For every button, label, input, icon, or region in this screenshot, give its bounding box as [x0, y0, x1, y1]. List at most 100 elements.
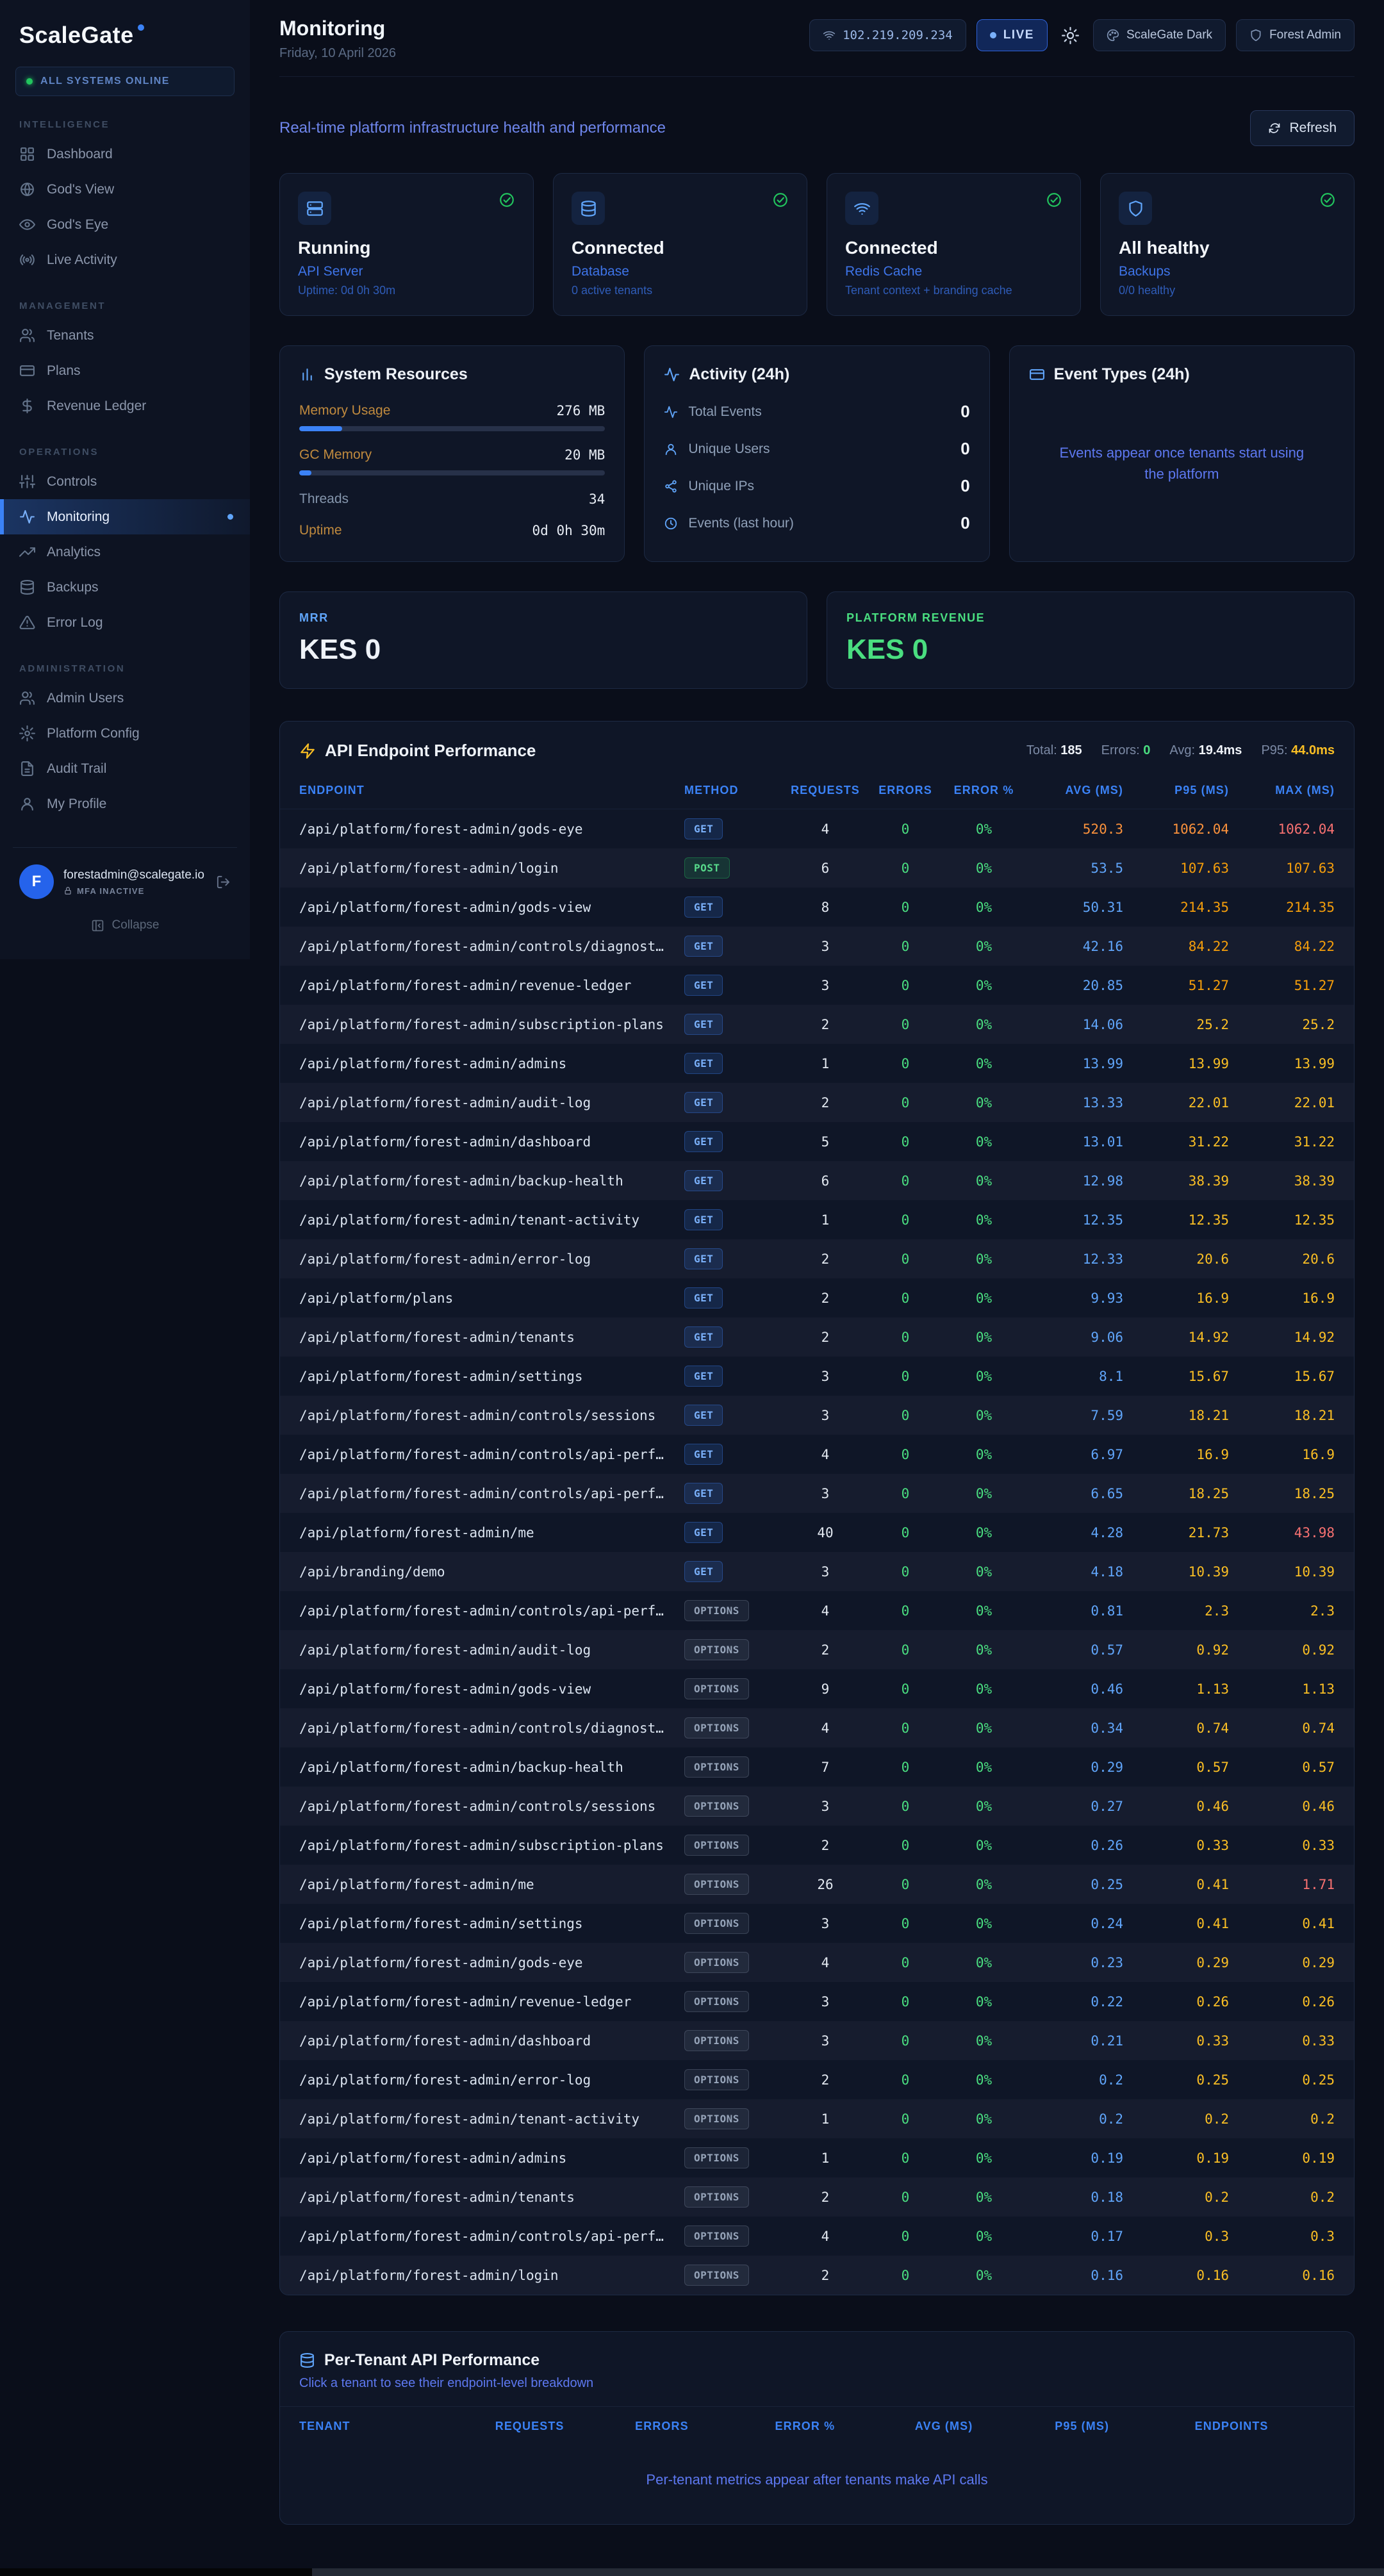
column-header: AVG (MS) — [915, 2420, 1055, 2433]
column-header: ERRORS — [870, 784, 941, 797]
error-pct-cell: 0% — [941, 1291, 1027, 1306]
sidebar-item-god-s-view[interactable]: God's View — [0, 172, 250, 207]
error-pct-cell: 0% — [941, 2190, 1027, 2205]
p95-cell: 0.46 — [1123, 1799, 1229, 1814]
sidebar-item-plans[interactable]: Plans — [0, 353, 250, 388]
sidebar-item-label: My Profile — [47, 797, 106, 812]
user-email: forestadmin@scalegate.io — [63, 868, 204, 882]
sidebar-item-controls[interactable]: Controls — [0, 464, 250, 499]
sidebar-item-platform-config[interactable]: Platform Config — [0, 716, 250, 751]
method-cell: OPTIONS — [684, 1678, 780, 1699]
requests-cell: 3 — [780, 978, 870, 993]
endpoint-cell: /api/platform/forest-admin/audit-log — [299, 1642, 684, 1658]
dollar-icon — [19, 398, 35, 414]
logout-icon[interactable] — [216, 875, 231, 889]
sidebar-item-label: Platform Config — [47, 726, 140, 741]
max-cell: 43.98 — [1229, 1525, 1335, 1540]
requests-cell: 2 — [780, 1838, 870, 1853]
method-badge: OPTIONS — [684, 1717, 749, 1738]
method-cell: GET — [684, 818, 780, 839]
activity-icon — [664, 367, 680, 383]
p95-cell: 0.26 — [1123, 1994, 1229, 2010]
summary-errors: Errors: 0 — [1101, 743, 1151, 758]
error-pct-cell: 0% — [941, 1486, 1027, 1501]
error-pct-cell: 0% — [941, 2229, 1027, 2244]
error-pct-cell: 0% — [941, 2111, 1027, 2127]
api-table-row: /api/platform/forest-admin/gods-eyeGET40… — [280, 809, 1354, 848]
errors-cell: 0 — [870, 1916, 941, 1931]
p95-cell: 0.19 — [1123, 2151, 1229, 2166]
activity-rows: Total Events0Unique Users0Unique IPs0Eve… — [664, 402, 969, 533]
sidebar-item-tenants[interactable]: Tenants — [0, 318, 250, 353]
errors-cell: 0 — [870, 1447, 941, 1462]
max-cell: 84.22 — [1229, 939, 1335, 954]
status-detail: Tenant context + branding cache — [845, 284, 1062, 297]
endpoint-cell: /api/platform/forest-admin/subscription-… — [299, 1017, 684, 1032]
sidebar-item-monitoring[interactable]: Monitoring — [0, 499, 250, 534]
method-badge: GET — [684, 1326, 723, 1348]
event-types-card: Event Types (24h) Events appear once ten… — [1009, 345, 1355, 562]
sidebar-item-dashboard[interactable]: Dashboard — [0, 136, 250, 172]
requests-cell: 4 — [780, 1955, 870, 1970]
max-cell: 0.16 — [1229, 2268, 1335, 2283]
sidebar-item-error-log[interactable]: Error Log — [0, 605, 250, 640]
sidebar-item-live-activity[interactable]: Live Activity — [0, 242, 250, 277]
sidebar-item-backups[interactable]: Backups — [0, 570, 250, 605]
method-cell: GET — [684, 1522, 780, 1543]
avg-cell: 12.98 — [1027, 1173, 1123, 1189]
method-cell: GET — [684, 975, 780, 996]
event-types-empty-message: Events appear once tenants start using t… — [1029, 384, 1335, 542]
endpoint-cell: /api/platform/forest-admin/login — [299, 861, 684, 876]
p95-cell: 1062.04 — [1123, 822, 1229, 837]
avg-cell: 13.33 — [1027, 1095, 1123, 1110]
errors-cell: 0 — [870, 1994, 941, 2010]
endpoint-cell: /api/platform/forest-admin/controls/diag… — [299, 1721, 684, 1736]
api-table-row: /api/platform/forest-admin/controls/diag… — [280, 927, 1354, 966]
method-badge: OPTIONS — [684, 2147, 749, 2168]
endpoint-cell: /api/platform/forest-admin/error-log — [299, 2072, 684, 2088]
method-badge: GET — [684, 975, 723, 996]
sidebar-item-god-s-eye[interactable]: God's Eye — [0, 207, 250, 242]
column-header: REQUESTS — [495, 2420, 635, 2433]
api-performance-card: API Endpoint Performance Total: 185 Erro… — [279, 721, 1355, 2295]
requests-cell: 3 — [780, 1799, 870, 1814]
p95-cell: 51.27 — [1123, 978, 1229, 993]
sidebar-item-analytics[interactable]: Analytics — [0, 534, 250, 570]
error-pct-cell: 0% — [941, 1994, 1027, 2010]
sidebar-item-admin-users[interactable]: Admin Users — [0, 681, 250, 716]
avg-cell: 12.33 — [1027, 1251, 1123, 1267]
error-pct-cell: 0% — [941, 2151, 1027, 2166]
method-cell: GET — [684, 896, 780, 918]
method-cell: OPTIONS — [684, 1835, 780, 1856]
method-cell: GET — [684, 1366, 780, 1387]
p95-cell: 0.3 — [1123, 2229, 1229, 2244]
errors-cell: 0 — [870, 1760, 941, 1775]
live-badge: LIVE — [976, 19, 1048, 51]
p95-cell: 14.92 — [1123, 1330, 1229, 1345]
theme-toggle-button[interactable] — [1058, 23, 1083, 48]
errors-cell: 0 — [870, 1681, 941, 1697]
requests-cell: 3 — [780, 1994, 870, 2010]
method-badge: GET — [684, 1248, 723, 1269]
subheader: Real-time platform infrastructure health… — [279, 110, 1355, 146]
avg-cell: 0.81 — [1027, 1603, 1123, 1619]
errors-cell: 0 — [870, 1525, 941, 1540]
api-table-row: /api/platform/forest-admin/adminsGET100%… — [280, 1044, 1354, 1083]
panel-collapse-icon — [91, 919, 104, 932]
logo-dot-icon — [138, 24, 144, 31]
error-pct-cell: 0% — [941, 1173, 1027, 1189]
sidebar-item-audit-trail[interactable]: Audit Trail — [0, 751, 250, 786]
sidebar-item-my-profile[interactable]: My Profile — [0, 786, 250, 822]
collapse-button[interactable]: Collapse — [91, 918, 160, 932]
api-performance-title: API Endpoint Performance — [325, 741, 536, 761]
sidebar-item-revenue-ledger[interactable]: Revenue Ledger — [0, 388, 250, 424]
tenant-performance-subtitle: Click a tenant to see their endpoint-lev… — [299, 2376, 1335, 2391]
errors-cell: 0 — [870, 1877, 941, 1892]
event-types-header: Event Types (24h) — [1029, 365, 1335, 384]
error-pct-cell: 0% — [941, 900, 1027, 915]
api-table-row: /api/platform/forest-admin/controls/diag… — [280, 1708, 1354, 1747]
trend-icon — [19, 544, 35, 560]
refresh-button[interactable]: Refresh — [1250, 110, 1355, 146]
tenant-performance-title: Per-Tenant API Performance — [324, 2351, 540, 2370]
avg-cell: 0.19 — [1027, 2151, 1123, 2166]
